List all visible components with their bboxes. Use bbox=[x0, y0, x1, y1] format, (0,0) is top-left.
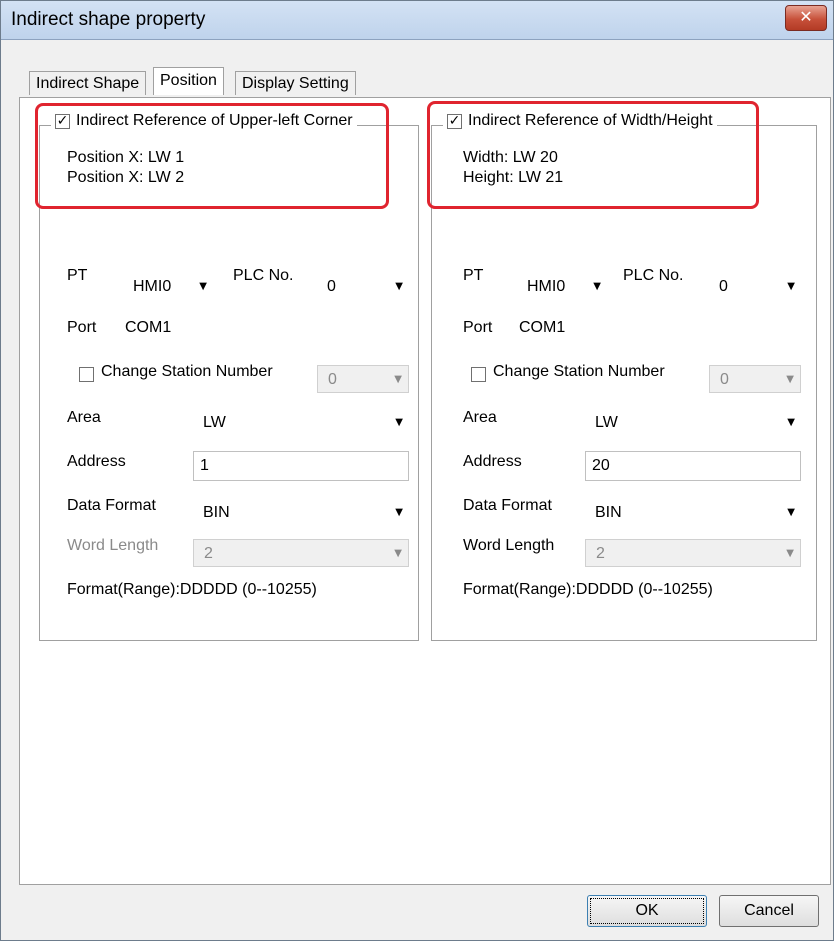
left-area-value: LW bbox=[203, 414, 226, 431]
right-word-length-label: Word Length bbox=[463, 537, 555, 554]
window-title: Indirect shape property bbox=[11, 9, 206, 30]
left-plc-value: 0 bbox=[327, 278, 336, 295]
left-plc-label: PLC No. bbox=[233, 267, 294, 284]
right-area-label: Area bbox=[463, 409, 497, 426]
right-change-station-label: Change Station Number bbox=[493, 363, 665, 380]
chevron-down-icon: ▼ bbox=[395, 507, 403, 518]
left-port-label: Port bbox=[67, 319, 97, 336]
left-range-text: Format(Range):DDDDD (0--10255) bbox=[67, 581, 317, 598]
tab-position[interactable]: Position bbox=[153, 67, 224, 95]
left-area-label: Area bbox=[67, 409, 101, 426]
left-word-length-value: 2 bbox=[204, 545, 213, 562]
left-station-value: 0 bbox=[328, 371, 337, 388]
chevron-down-icon: ▼ bbox=[395, 417, 403, 428]
left-pt-value: HMI0 bbox=[133, 278, 172, 295]
right-word-length-value: 2 bbox=[596, 545, 605, 562]
right-format-value: BIN bbox=[595, 504, 622, 521]
right-port-label: Port bbox=[463, 319, 493, 336]
right-address-label: Address bbox=[463, 453, 522, 470]
left-change-station-checkbox[interactable] bbox=[79, 367, 94, 382]
chevron-down-icon: ▼ bbox=[786, 374, 794, 385]
left-word-length-select: 2 ▼ bbox=[193, 539, 409, 567]
left-plc-select[interactable]: 0 ▼ bbox=[317, 273, 409, 301]
left-format-label: Data Format bbox=[67, 497, 156, 514]
chevron-down-icon: ▼ bbox=[787, 281, 795, 292]
chevron-down-icon: ▼ bbox=[199, 281, 207, 292]
chevron-down-icon: ▼ bbox=[787, 507, 795, 518]
right-area-select[interactable]: LW ▼ bbox=[585, 409, 801, 437]
right-area-value: LW bbox=[595, 414, 618, 431]
ok-button-label: OK bbox=[590, 898, 704, 924]
tab-display-setting[interactable]: Display Setting bbox=[235, 71, 356, 95]
left-station-select: 0 ▼ bbox=[317, 365, 409, 393]
right-change-station-checkbox[interactable] bbox=[471, 367, 486, 382]
chevron-down-icon: ▼ bbox=[787, 417, 795, 428]
right-address-input[interactable]: 20 bbox=[585, 451, 801, 481]
left-change-station-label: Change Station Number bbox=[101, 363, 273, 380]
left-area-select[interactable]: LW ▼ bbox=[193, 409, 409, 437]
left-address-label: Address bbox=[67, 453, 126, 470]
dialog-window: Indirect shape property ✕ Indirect Shape… bbox=[0, 0, 834, 941]
chevron-down-icon: ▼ bbox=[593, 281, 601, 292]
chevron-down-icon: ▼ bbox=[394, 548, 402, 559]
close-button[interactable]: ✕ bbox=[785, 5, 827, 31]
right-pt-select[interactable]: HMI0 ▼ bbox=[517, 273, 607, 301]
chevron-down-icon: ▼ bbox=[394, 374, 402, 385]
left-highlight-box bbox=[35, 103, 389, 209]
right-station-value: 0 bbox=[720, 371, 729, 388]
left-word-length-label: Word Length bbox=[67, 537, 159, 554]
chevron-down-icon: ▼ bbox=[395, 281, 403, 292]
left-format-select[interactable]: BIN ▼ bbox=[193, 499, 409, 527]
title-bar[interactable]: Indirect shape property ✕ bbox=[1, 1, 833, 40]
right-station-select: 0 ▼ bbox=[709, 365, 801, 393]
right-range-text: Format(Range):DDDDD (0--10255) bbox=[463, 581, 713, 598]
right-plc-label: PLC No. bbox=[623, 267, 684, 284]
left-port-value: COM1 bbox=[125, 319, 172, 336]
right-port-value: COM1 bbox=[519, 319, 566, 336]
left-address-input[interactable]: 1 bbox=[193, 451, 409, 481]
right-highlight-box bbox=[427, 101, 759, 209]
left-pt-label: PT bbox=[67, 267, 88, 284]
chevron-down-icon: ▼ bbox=[786, 548, 794, 559]
right-word-length-select: 2 ▼ bbox=[585, 539, 801, 567]
right-pt-label: PT bbox=[463, 267, 484, 284]
right-format-label: Data Format bbox=[463, 497, 552, 514]
cancel-button[interactable]: Cancel bbox=[719, 895, 819, 927]
close-icon: ✕ bbox=[799, 7, 813, 26]
right-pt-value: HMI0 bbox=[527, 278, 566, 295]
tab-indirect-shape[interactable]: Indirect Shape bbox=[29, 71, 147, 95]
ok-button[interactable]: OK bbox=[587, 895, 707, 927]
right-format-select[interactable]: BIN ▼ bbox=[585, 499, 801, 527]
right-plc-select[interactable]: 0 ▼ bbox=[709, 273, 801, 301]
left-format-value: BIN bbox=[203, 504, 230, 521]
left-pt-select[interactable]: HMI0 ▼ bbox=[123, 273, 213, 301]
right-plc-value: 0 bbox=[719, 278, 728, 295]
